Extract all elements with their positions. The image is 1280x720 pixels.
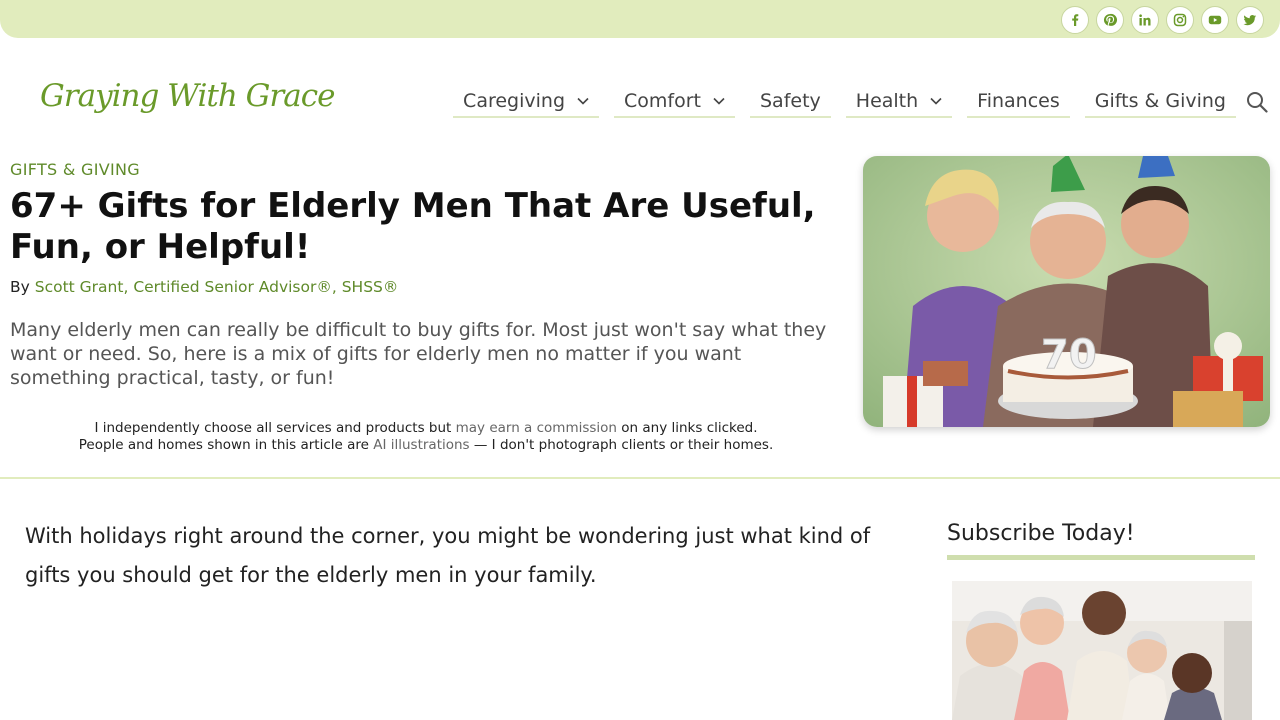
- disclosure-text: on any links clicked.: [621, 420, 758, 436]
- ai-illustrations-link[interactable]: AI illustrations: [373, 437, 469, 453]
- nav-item-safety[interactable]: Safety: [750, 86, 831, 118]
- linkedin-icon[interactable]: [1131, 6, 1159, 34]
- nav-item-finances[interactable]: Finances: [967, 86, 1070, 118]
- subscribe-image[interactable]: [952, 581, 1252, 720]
- search-icon[interactable]: [1246, 91, 1268, 113]
- twitter-icon[interactable]: [1236, 6, 1264, 34]
- article-title: 67+ Gifts for Elderly Men That Are Usefu…: [10, 186, 816, 267]
- header-divider: [0, 477, 1280, 479]
- chevron-down-icon: [577, 97, 589, 105]
- article-intro: With holidays right around the corner, y…: [25, 524, 871, 587]
- disclosure-text: I independently choose all services and …: [94, 420, 452, 436]
- facebook-icon[interactable]: [1061, 6, 1089, 34]
- social-links: [1061, 6, 1264, 34]
- nav-item-label: Finances: [977, 90, 1060, 112]
- nav-item-label: Health: [855, 90, 919, 112]
- nav-item-gifts-giving[interactable]: Gifts & Giving: [1084, 86, 1236, 118]
- subscribe-underline: [947, 555, 1255, 560]
- nav-item-label: Gifts & Giving: [1094, 90, 1226, 112]
- nav-item-label: Comfort: [624, 90, 701, 112]
- nav-item-comfort[interactable]: Comfort: [614, 86, 735, 118]
- nav-item-label: Safety: [760, 90, 821, 112]
- youtube-icon[interactable]: [1201, 6, 1229, 34]
- disclosure-text: People and homes shown in this article a…: [78, 436, 369, 453]
- subscribe-title: Subscribe Today!: [947, 521, 1135, 546]
- disclosure-text: — I don't photograph clients or their ho…: [473, 436, 774, 453]
- pinterest-icon[interactable]: [1096, 6, 1124, 34]
- author-link[interactable]: Scott Grant, Certified Senior Advisor®, …: [35, 278, 399, 296]
- nav-item-label: Caregiving: [463, 90, 566, 112]
- svg-text:70: 70: [1041, 332, 1097, 378]
- instagram-icon[interactable]: [1166, 6, 1194, 34]
- main-nav: Caregiving Comfort Safety Health Finance…: [438, 86, 1268, 118]
- byline-prefix: By: [10, 278, 30, 296]
- site-logo[interactable]: Graying With Grace: [40, 78, 335, 114]
- hero-image: 70: [863, 156, 1270, 427]
- top-bar: [0, 0, 1280, 38]
- nav-item-caregiving[interactable]: Caregiving: [453, 86, 600, 118]
- article-excerpt: Many elderly men can really be difficult…: [10, 319, 827, 389]
- chevron-down-icon: [930, 97, 942, 105]
- chevron-down-icon: [713, 97, 725, 105]
- affiliate-disclosure: I independently choose all services and …: [10, 420, 842, 453]
- commission-link[interactable]: may earn a commission: [456, 420, 617, 436]
- byline: By Scott Grant, Certified Senior Advisor…: [10, 278, 398, 296]
- nav-item-health[interactable]: Health: [845, 86, 953, 118]
- article-category[interactable]: GIFTS & GIVING: [10, 160, 140, 179]
